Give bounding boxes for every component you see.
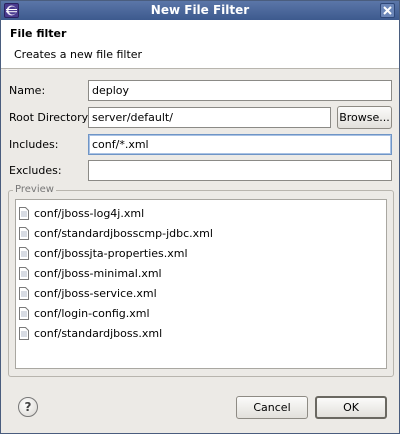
list-item[interactable]: conf/login-config.xml	[19, 304, 150, 322]
file-icon	[19, 226, 29, 240]
title-bar[interactable]: New File Filter	[1, 1, 399, 20]
close-icon[interactable]	[380, 3, 395, 18]
list-item[interactable]: conf/jboss-service.xml	[19, 284, 157, 302]
file-name: conf/login-config.xml	[34, 306, 150, 320]
header-description: Creates a new file filter	[14, 48, 143, 61]
name-field[interactable]: deploy	[88, 80, 392, 101]
list-item[interactable]: conf/jbossjta-properties.xml	[19, 244, 188, 262]
name-label: Name:	[9, 84, 46, 97]
list-item[interactable]: conf/jboss-minimal.xml	[19, 264, 162, 282]
help-icon[interactable]: ?	[18, 397, 38, 417]
list-item[interactable]: conf/standardjboss.xml	[19, 324, 162, 342]
excludes-label: Excludes:	[9, 164, 62, 177]
browse-button[interactable]: Browse...	[337, 106, 392, 129]
cancel-button[interactable]: Cancel	[236, 396, 308, 419]
list-item[interactable]: conf/standardjbosscmp-jdbc.xml	[19, 224, 213, 242]
dialog-header: File filter Creates a new file filter	[1, 20, 399, 69]
file-icon	[19, 206, 29, 220]
file-name: conf/standardjboss.xml	[34, 326, 163, 340]
root-directory-field[interactable]: server/default/	[88, 107, 331, 128]
header-title: File filter	[10, 27, 67, 40]
file-name: conf/jboss-service.xml	[34, 286, 157, 300]
file-icon	[19, 246, 29, 260]
file-name: conf/jboss-minimal.xml	[34, 266, 162, 280]
file-icon	[19, 306, 29, 320]
window-title: New File Filter	[150, 3, 250, 17]
root-directory-label: Root Directory:	[9, 111, 92, 124]
new-file-filter-dialog: New File Filter File filter Creates a ne…	[0, 0, 400, 434]
includes-field[interactable]: conf/*.xml	[88, 134, 392, 155]
file-icon	[19, 286, 29, 300]
file-icon	[19, 266, 29, 280]
file-name: conf/standardjbosscmp-jdbc.xml	[34, 226, 213, 240]
preview-label: Preview	[13, 184, 56, 195]
ok-button[interactable]: OK	[315, 396, 387, 419]
includes-label: Includes:	[9, 138, 59, 151]
file-name: conf/jbossjta-properties.xml	[34, 246, 188, 260]
list-item[interactable]: conf/jboss-log4j.xml	[19, 204, 144, 222]
preview-list[interactable]: conf/jboss-log4j.xml conf/standardjbossc…	[15, 199, 387, 369]
file-icon	[19, 326, 29, 340]
file-name: conf/jboss-log4j.xml	[34, 206, 145, 220]
excludes-field[interactable]	[88, 160, 392, 181]
